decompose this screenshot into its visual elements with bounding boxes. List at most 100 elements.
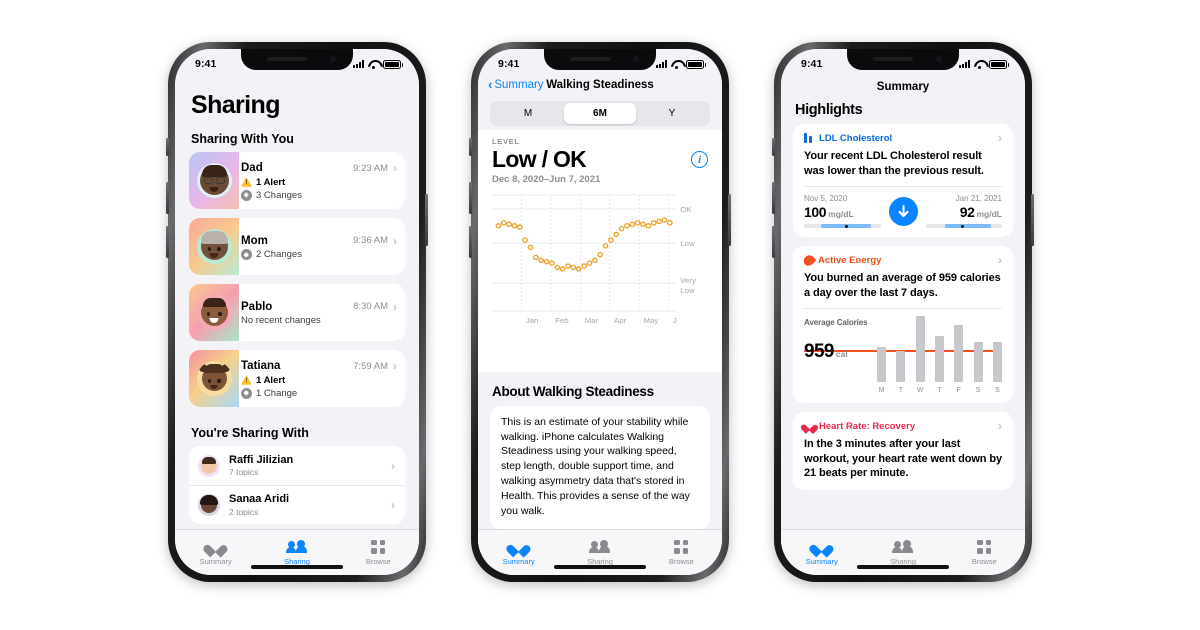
segment-6m[interactable]: 6M: [564, 103, 636, 124]
person-time: 9:23 AM: [353, 162, 388, 174]
speaker-grille: [873, 57, 913, 61]
shared-person-card[interactable]: Tatiana 7:59 AM › 1 Alert 1 Change: [189, 350, 405, 407]
ldl-comparison: Nov 5, 2020 100 mg/dL Jan 21, 2021 92 mg…: [804, 194, 1002, 229]
mute-switch[interactable]: [469, 138, 472, 156]
highlight-card-active-energy[interactable]: Active Energy › You burned an average of…: [793, 246, 1013, 404]
highlight-card-heart-rate-recovery[interactable]: Heart Rate: Recovery › In the 3 minutes …: [793, 412, 1013, 490]
segment-y[interactable]: Y: [636, 103, 708, 124]
tab-summary[interactable]: Summary: [175, 530, 256, 575]
notch: [241, 49, 353, 70]
home-indicator[interactable]: [554, 565, 646, 569]
changes-label: 3 Changes: [256, 190, 302, 201]
card-text: Your recent LDL Cholesterol result was l…: [804, 150, 984, 177]
info-icon[interactable]: i: [691, 151, 708, 168]
value-number: 92: [959, 204, 975, 221]
tab-summary[interactable]: Summary: [781, 530, 862, 575]
range-segmented-control[interactable]: M 6M Y: [490, 101, 710, 126]
front-camera: [330, 56, 336, 62]
topics-count: 7 topics: [229, 467, 259, 478]
home-indicator[interactable]: [251, 565, 343, 569]
front-camera: [633, 56, 639, 62]
back-button[interactable]: ‹ Summary: [488, 78, 544, 91]
ldl-current-bar: [925, 224, 1002, 229]
divider: [804, 186, 1002, 188]
mute-switch[interactable]: [772, 138, 775, 156]
bar-column: [915, 316, 925, 383]
divider: [804, 308, 1002, 310]
chevron-right-icon: ›: [393, 233, 397, 248]
card-title: Active Energy: [818, 254, 882, 266]
alert-label: 1 Alert: [256, 374, 286, 386]
home-indicator[interactable]: [857, 565, 949, 569]
list-item[interactable]: Sanaa Aridi 2 topics ›: [189, 485, 405, 524]
chevron-right-icon: ›: [393, 161, 397, 175]
card-text: You burned an average of 959 calories a …: [804, 272, 1001, 299]
changes-label: 1 Change: [256, 388, 298, 399]
value-unit: mg/dL: [828, 209, 854, 220]
average-value: 959 cal: [804, 341, 848, 363]
change-icon: [241, 249, 252, 261]
summary-scroll[interactable]: LDL Cholesterol › Your recent LDL Choles…: [781, 124, 1025, 529]
day-labels: MTWTFSS: [877, 387, 1002, 394]
heart-icon: [814, 540, 829, 554]
tab-browse[interactable]: Browse: [641, 530, 722, 575]
volume-up-button[interactable]: [772, 182, 775, 214]
list-item[interactable]: Raffi Jilizian 7 topics ›: [189, 446, 405, 485]
chart-label: Average Calories: [804, 318, 868, 328]
changes-label: No recent changes: [241, 315, 321, 327]
shared-person-card[interactable]: Pablo 8:30 AM › No recent changes: [189, 284, 405, 341]
about-heading: About Walking Steadiness: [478, 371, 722, 406]
svg-text:Mar: Mar: [585, 316, 599, 325]
day-label: M: [878, 387, 885, 395]
people-icon: [892, 539, 914, 554]
walking-steadiness-chart[interactable]: Jan Feb Mar Apr May J OK Low Very Low: [490, 189, 720, 341]
svg-text:Feb: Feb: [555, 316, 568, 325]
value-unit: cal: [835, 349, 848, 360]
sharing-with-list: Raffi Jilizian 7 topics › Sanaa Aridi 2 …: [189, 446, 405, 524]
shared-person-info: Dad 9:23 AM › 1 Alert 3 Changes: [239, 152, 405, 209]
change-icon: [241, 388, 252, 399]
segment-m[interactable]: M: [492, 103, 564, 124]
person-name: Raffi Jilizian: [229, 453, 294, 466]
iphone-device-summary: 9:41 Summary Highlights LDL Cholesterol: [772, 42, 1034, 582]
tab-label: Summary: [502, 556, 535, 566]
power-button[interactable]: [1031, 194, 1034, 246]
person-time: 9:36 AM: [353, 235, 388, 247]
volume-down-button[interactable]: [166, 226, 169, 258]
tab-summary[interactable]: Summary: [478, 530, 559, 575]
active-energy-chart: Average Calories 959 cal M T W T F S S: [804, 316, 1002, 394]
shared-person-card[interactable]: Mom 9:36 AM › 2 Changes: [189, 218, 405, 275]
section-header-sharing-with-you: Sharing With You: [191, 132, 294, 146]
people-icon: [286, 539, 308, 554]
power-button[interactable]: [425, 194, 428, 246]
svg-text:May: May: [643, 316, 658, 325]
speaker-grille: [570, 57, 610, 61]
avatar-tile: [189, 284, 239, 341]
speaker-grille: [267, 57, 307, 61]
highlight-card-ldl-cholesterol[interactable]: LDL Cholesterol › Your recent LDL Choles…: [793, 124, 1013, 238]
heart-icon: [511, 540, 526, 554]
power-button[interactable]: [728, 194, 731, 246]
volume-up-button[interactable]: [469, 182, 472, 214]
notch: [847, 49, 959, 70]
volume-up-button[interactable]: [166, 182, 169, 214]
volume-down-button[interactable]: [772, 226, 775, 258]
tab-browse[interactable]: Browse: [944, 530, 1025, 575]
mute-switch[interactable]: [166, 138, 169, 156]
tab-label: Browse: [668, 556, 694, 566]
shared-person-card[interactable]: Dad 9:23 AM › 1 Alert 3 Changes: [189, 152, 405, 209]
topics-count: 2 topics: [229, 506, 259, 517]
shared-person-info: Pablo 8:30 AM › No recent changes: [239, 284, 405, 341]
tab-label: Browse: [971, 556, 997, 566]
phone1-screen: 9:41 Sharing Sharing With You Dad 9:23 A…: [175, 49, 419, 575]
sharing-screen: Sharing Sharing With You Dad 9:23 AM › !…: [175, 49, 419, 575]
shared-person-info: Tatiana 7:59 AM › 1 Alert 1 Change: [239, 350, 405, 407]
chevron-right-icon: ›: [391, 498, 395, 512]
card-text: In the 3 minutes after your last workout…: [804, 438, 1002, 480]
tab-browse[interactable]: Browse: [338, 530, 419, 575]
avatar: [196, 163, 232, 198]
bar-column: [992, 341, 1002, 383]
sharing-scroll[interactable]: Sharing Sharing With You Dad 9:23 AM › !…: [175, 75, 419, 529]
volume-down-button[interactable]: [469, 226, 472, 258]
day-label: T: [937, 387, 942, 395]
